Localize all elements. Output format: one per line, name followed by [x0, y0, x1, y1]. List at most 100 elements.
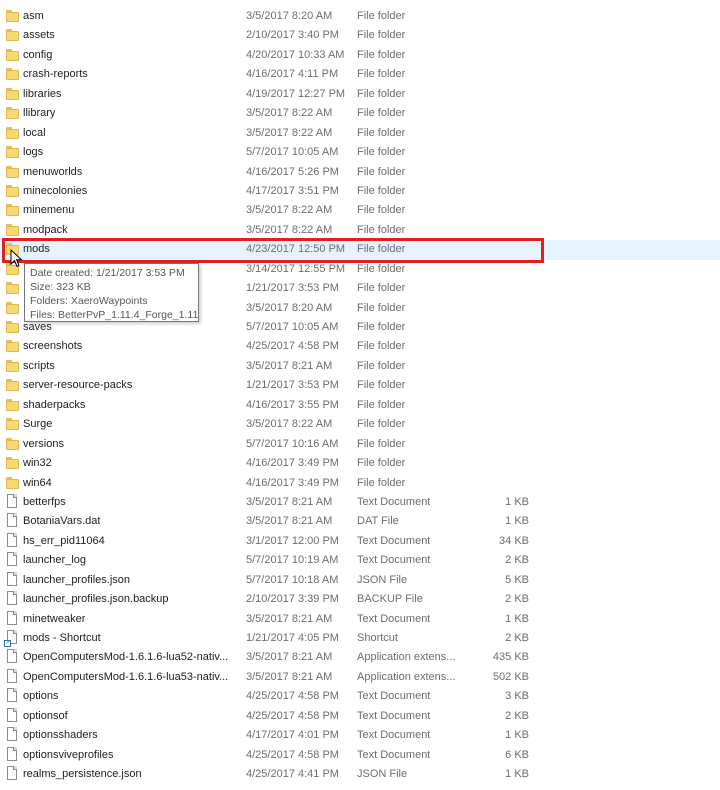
- file-row[interactable]: OpenComputersMod-1.6.1.6-lua53-nativ... 3…: [0, 668, 720, 687]
- file-row[interactable]: BotaniaVars.dat 3/5/2017 8:21 AM DAT File 1…: [0, 512, 720, 531]
- file-size: 2 KB: [505, 709, 529, 722]
- tooltip-folders: Folders: XaeroWaypoints: [30, 295, 148, 307]
- date-modified: 5/7/2017 10:18 AM: [246, 573, 339, 586]
- document-icon: [6, 707, 20, 723]
- file-type: Text Document: [357, 690, 431, 703]
- file-row[interactable]: options 4/25/2017 4:58 PM Text Document 3 K…: [0, 687, 720, 706]
- folder-row[interactable]: versions 5/7/2017 10:16 AM File folder: [0, 435, 720, 454]
- file-name: shaderpacks: [23, 398, 86, 411]
- file-row[interactable]: betterfps 3/5/2017 8:21 AM Text Document 1 …: [0, 493, 720, 512]
- file-name: crash-reports: [23, 68, 88, 81]
- folder-icon: [6, 476, 20, 490]
- date-modified: 4/25/2017 4:58 PM: [246, 748, 339, 761]
- folder-icon: [6, 68, 20, 81]
- file-name: llibrary: [23, 107, 56, 120]
- file-name: local: [23, 126, 46, 139]
- file-name: hs_err_pid11064: [23, 534, 105, 547]
- file-type: JSON File: [357, 573, 408, 586]
- file-type: File folder: [357, 437, 406, 450]
- folder-icon: [6, 398, 20, 412]
- folder-icon: [6, 282, 20, 295]
- file-type: File folder: [357, 398, 406, 411]
- file-row[interactable]: launcher_log 5/7/2017 10:19 AM Text Docume…: [0, 551, 720, 570]
- file-name: BotaniaVars.dat: [23, 515, 101, 528]
- date-modified: 5/7/2017 10:16 AM: [246, 437, 339, 450]
- file-type: File folder: [357, 379, 406, 392]
- file-size: 1 KB: [505, 495, 529, 508]
- folder-row[interactable]: Surge 3/5/2017 8:22 AM File folder: [0, 415, 720, 434]
- file-name: libraries: [23, 87, 62, 100]
- folder-row[interactable]: mods 4/23/2017 12:50 PM File folder: [0, 240, 720, 260]
- folder-row[interactable]: modpack 3/5/2017 8:22 AM File folder: [0, 221, 720, 240]
- file-name: menuworlds: [23, 165, 83, 178]
- file-row[interactable]: ↗ mods - Shortcut 1/21/2017 4:05 PM Shortcu…: [0, 629, 720, 648]
- file-name: logs: [23, 146, 44, 159]
- date-modified: 4/25/2017 4:41 PM: [246, 768, 339, 781]
- date-modified: 5/7/2017 10:19 AM: [246, 554, 339, 567]
- file-row[interactable]: optionsof 4/25/2017 4:58 PM Text Document 2…: [0, 707, 720, 726]
- file-type: Text Document: [357, 612, 431, 625]
- folder-row[interactable]: logs 5/7/2017 10:05 AM File folder: [0, 143, 720, 162]
- folder-row[interactable]: scripts 3/5/2017 8:21 AM File folder: [0, 357, 720, 376]
- date-modified: 4/25/2017 4:58 PM: [246, 690, 339, 703]
- folder-row[interactable]: menuworlds 4/16/2017 5:26 PM File folder: [0, 163, 720, 182]
- file-row[interactable]: minetweaker 3/5/2017 8:21 AM Text Document…: [0, 610, 720, 629]
- date-modified: 5/7/2017 10:05 AM: [246, 146, 339, 159]
- file-type: Text Document: [357, 748, 431, 761]
- folder-row[interactable]: server-resource-packs 1/21/2017 3:53 PM Fi…: [0, 376, 720, 395]
- folder-row[interactable]: asm 3/5/2017 8:20 AM File folder: [0, 7, 720, 26]
- date-modified: 4/17/2017 4:01 PM: [246, 729, 339, 742]
- file-type: Text Document: [357, 709, 431, 722]
- file-size: 6 KB: [505, 748, 529, 761]
- date-modified: 4/16/2017 4:11 PM: [246, 68, 339, 81]
- file-row[interactable]: realms_persistence.json 4/25/2017 4:41 PM…: [0, 765, 720, 784]
- folder-row[interactable]: win64 4/16/2017 3:49 PM File folder: [0, 474, 720, 493]
- file-row[interactable]: optionsviveprofiles 4/25/2017 4:58 PM Text…: [0, 746, 720, 765]
- folder-icon: [6, 437, 20, 451]
- folder-row[interactable]: shaderpacks 4/16/2017 3:55 PM File folder: [0, 396, 720, 415]
- date-modified: 3/5/2017 8:21 AM: [246, 612, 333, 625]
- folder-row[interactable]: minecolonies 4/17/2017 3:51 PM File folder: [0, 182, 720, 201]
- date-modified: 3/5/2017 8:22 AM: [246, 223, 333, 236]
- file-type: Text Document: [357, 495, 431, 508]
- folder-row[interactable]: crash-reports 4/16/2017 4:11 PM File folde…: [0, 65, 720, 84]
- file-row[interactable]: launcher_profiles.json.backup 2/10/2017 3…: [0, 590, 720, 609]
- folder-row[interactable]: screenshots 4/25/2017 4:58 PM File folder: [0, 337, 720, 356]
- folder-icon: [6, 301, 20, 315]
- file-name: scripts: [23, 359, 55, 372]
- folder-row[interactable]: minemenu 3/5/2017 8:22 AM File folder: [0, 201, 720, 220]
- folder-icon: [6, 379, 20, 392]
- date-modified: 4/20/2017 10:33 AM: [246, 48, 345, 61]
- document-icon: [6, 532, 20, 548]
- file-row[interactable]: hs_err_pid11064 3/1/2017 12:00 PM Text Doc…: [0, 532, 720, 551]
- folder-row[interactable]: win32 4/16/2017 3:49 PM File folder: [0, 454, 720, 473]
- folder-row[interactable]: config 4/20/2017 10:33 AM File folder: [0, 46, 720, 65]
- document-icon: [6, 766, 20, 781]
- date-modified: 3/5/2017 8:22 AM: [246, 418, 333, 431]
- file-name: modpack: [23, 223, 68, 236]
- mouse-cursor-icon: [10, 249, 23, 268]
- folder-icon: [6, 146, 20, 159]
- folder-row[interactable]: libraries 4/19/2017 12:27 PM File folder: [0, 85, 720, 104]
- file-row[interactable]: launcher_profiles.json 5/7/2017 10:18 AM J…: [0, 571, 720, 590]
- file-row[interactable]: OpenComputersMod-1.6.1.6-lua52-nativ... 3…: [0, 648, 720, 667]
- date-modified: 3/5/2017 8:22 AM: [246, 107, 333, 120]
- date-modified: 4/16/2017 5:26 PM: [246, 165, 339, 178]
- file-size: 1 KB: [505, 729, 529, 742]
- folder-icon: [6, 418, 20, 431]
- file-name: launcher_profiles.json.backup: [23, 593, 169, 606]
- date-modified: 3/5/2017 8:21 AM: [246, 515, 333, 528]
- document-icon: [6, 513, 20, 528]
- date-modified: 1/21/2017 3:53 PM: [246, 282, 339, 295]
- folder-row[interactable]: assets 2/10/2017 3:40 PM File folder: [0, 26, 720, 45]
- folder-row[interactable]: llibrary 3/5/2017 8:22 AM File folder: [0, 104, 720, 123]
- tooltip-size: Size: 323 KB: [30, 281, 91, 293]
- date-modified: 1/21/2017 3:53 PM: [246, 379, 339, 392]
- file-type: File folder: [357, 29, 406, 42]
- file-type: File folder: [357, 457, 406, 470]
- folder-row[interactable]: local 3/5/2017 8:22 AM File folder: [0, 124, 720, 143]
- file-name: optionsviveprofiles: [23, 748, 114, 761]
- file-type: File folder: [357, 262, 406, 275]
- document-icon: [6, 591, 20, 606]
- file-row[interactable]: optionsshaders 4/17/2017 4:01 PM Text Docu…: [0, 726, 720, 745]
